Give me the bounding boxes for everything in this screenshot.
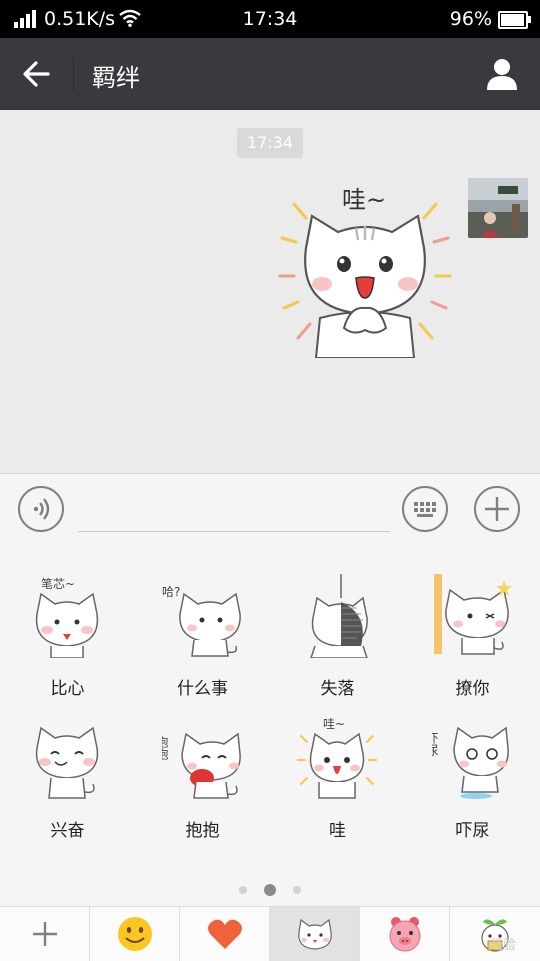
- back-arrow-icon[interactable]: [18, 56, 56, 92]
- more-button[interactable]: [474, 486, 520, 532]
- cat-sticker-icon: [298, 918, 332, 950]
- sticker-item-baobao[interactable]: 抱抱 抱抱: [135, 688, 270, 841]
- keyboard-button[interactable]: [402, 486, 448, 532]
- sticker-panel: 笔芯~ 比心 哈? 什么事 失落 撩你 兴奋 抱抱 抱抱 哇~ 哇 吓尿 吓尿: [0, 546, 540, 906]
- sticker-label: 吓尿: [455, 821, 490, 841]
- heart-icon: [208, 919, 242, 949]
- cat-sticker-icon: 吓尿: [432, 726, 509, 799]
- profile-icon[interactable]: [484, 56, 520, 92]
- title-divider: [73, 57, 74, 91]
- chat-area[interactable]: 17:34 哇~: [0, 110, 540, 473]
- cat-sticker-icon: 笔芯~: [35, 576, 99, 658]
- sticker-message[interactable]: 哇~: [276, 178, 454, 358]
- user-avatar[interactable]: [468, 178, 528, 238]
- page-dot[interactable]: [239, 886, 247, 894]
- status-bar: 0.51K/s 17:34 96%: [0, 0, 540, 38]
- tab-emoji[interactable]: [90, 907, 180, 961]
- sticker-item-liaoni[interactable]: 撩你: [405, 546, 540, 699]
- page-indicator: [0, 882, 540, 896]
- svg-text:吓尿: 吓尿: [432, 732, 439, 756]
- sticker-item-xianiao[interactable]: 吓尿 吓尿: [405, 688, 540, 841]
- sticker-item-wa[interactable]: 哇~ 哇: [270, 688, 405, 841]
- message-input[interactable]: [78, 531, 390, 532]
- page-dot-active[interactable]: [264, 884, 276, 896]
- cat-sticker-icon: [310, 574, 368, 658]
- tab-cat-stickers[interactable]: [270, 907, 360, 961]
- sticker-label: 哇: [329, 821, 346, 841]
- cat-sticker-icon: [434, 574, 512, 655]
- keyboard-icon: [414, 502, 436, 517]
- cat-sticker-icon: 抱抱: [162, 732, 241, 799]
- plus-icon: [33, 922, 57, 946]
- svg-text:哇~: 哇~: [323, 717, 345, 731]
- cat-sticker-icon: 哈?: [162, 585, 241, 657]
- plus-icon: [485, 497, 509, 521]
- svg-text:笔芯~: 笔芯~: [41, 576, 75, 591]
- sticker-item-xingfen[interactable]: 兴奋: [0, 688, 135, 841]
- pig-sticker-icon: [389, 917, 421, 952]
- sticker-caption: 哇~: [342, 186, 386, 214]
- sticker-tab-bar: 经验: [0, 906, 540, 961]
- cat-sticker-icon: [35, 726, 99, 799]
- message-timestamp: 17:34: [237, 128, 303, 158]
- tab-add-sticker[interactable]: [0, 907, 90, 961]
- sticker-item-shenmeshi[interactable]: 哈? 什么事: [135, 546, 270, 699]
- svg-text:抱抱: 抱抱: [162, 735, 169, 761]
- page-dot[interactable]: [293, 886, 301, 894]
- smiley-icon: [118, 917, 152, 951]
- cat-sticker-icon: 哇~: [297, 717, 377, 799]
- sticker-item-shiluo[interactable]: 失落: [270, 546, 405, 699]
- sticker-label: 抱抱: [185, 821, 220, 841]
- input-bar: [0, 473, 540, 547]
- sticker-item-bixin[interactable]: 笔芯~ 比心: [0, 546, 135, 699]
- voice-input-button[interactable]: [18, 486, 64, 532]
- svg-text:哈?: 哈?: [162, 585, 180, 599]
- tab-favorites[interactable]: [180, 907, 270, 961]
- voice-icon: [33, 498, 50, 520]
- chat-title: 羁绊: [92, 64, 140, 92]
- sticker-label: 兴奋: [50, 821, 85, 841]
- title-bar: 羁绊: [0, 38, 540, 110]
- battery-percent: 96%: [449, 8, 492, 30]
- tab-pig-stickers[interactable]: [360, 907, 450, 961]
- battery-icon: [498, 11, 531, 29]
- watermark-text: 经验: [489, 938, 516, 953]
